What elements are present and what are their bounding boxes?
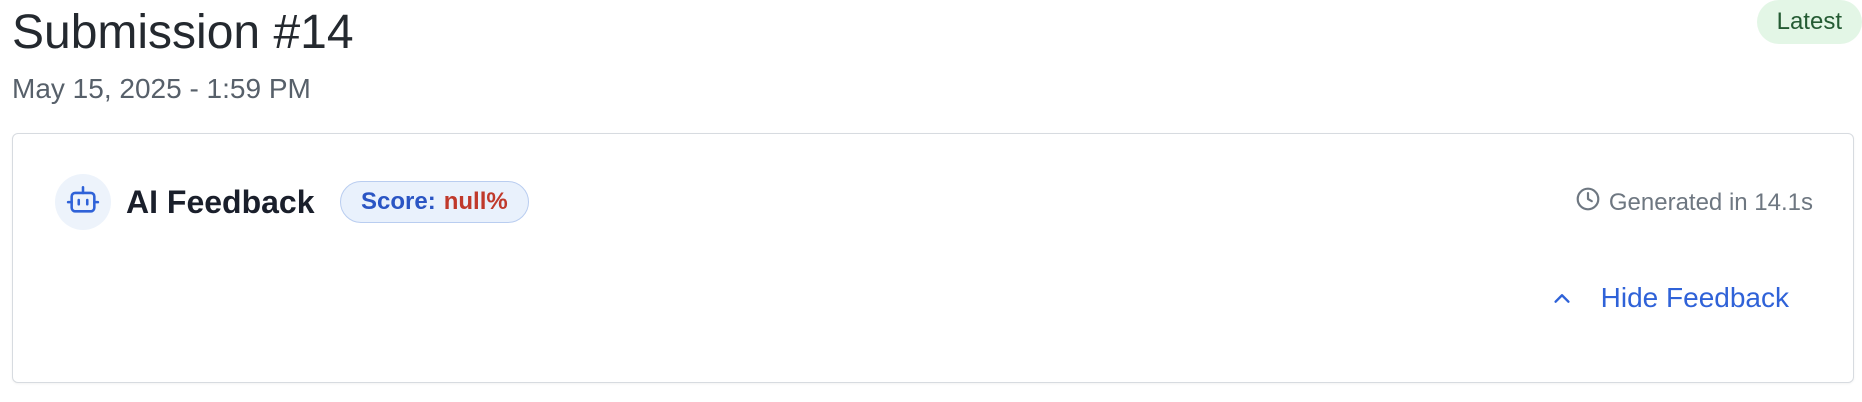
hide-feedback-button[interactable]: Hide Feedback [1551,282,1789,314]
submission-date: May 15, 2025 - 1:59 PM [12,73,311,104]
ai-feedback-card: AI Feedback Score: null% Generated in 14… [12,133,1854,383]
score-value: null% [443,188,508,215]
score-badge: Score: null% [340,181,529,223]
generation-time-text: Generated in 14.1s [1608,188,1813,216]
generation-time: Generated in 14.1s [1575,186,1813,219]
submission-title: Submission #14 [12,6,354,59]
latest-badge: Latest [1756,0,1862,44]
ai-avatar [55,174,111,230]
clock-icon [1575,186,1609,219]
score-label: Score: [361,188,436,215]
submission-header: Submission #14 May 15, 2025 - 1:59 PM La… [12,0,1862,120]
ai-feedback-title: AI Feedback [126,184,315,220]
chevron-up-icon [1551,287,1573,309]
submission-view: Submission #14 May 15, 2025 - 1:59 PM La… [0,0,1862,402]
robot-icon [66,183,100,222]
hide-feedback-label: Hide Feedback [1600,282,1789,313]
